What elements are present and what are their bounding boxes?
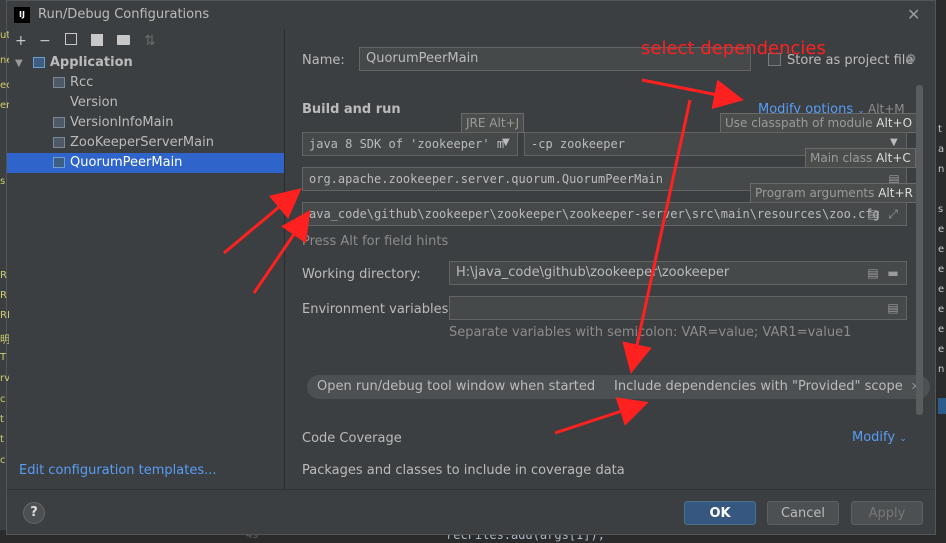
ide-right-text-line: e xyxy=(938,244,945,255)
arrow-to-program-args xyxy=(252,210,311,294)
ide-left-text-line: ne xyxy=(0,55,9,66)
ide-left-text-line: c xyxy=(0,394,6,405)
ide-left-text-line: 明 xyxy=(0,335,9,346)
ide-left-text-line: T xyxy=(0,352,7,363)
arrow-to-provided-chip xyxy=(622,99,692,374)
ide-left-text-line: s xyxy=(0,176,6,187)
ide-right-text-line: e xyxy=(938,264,945,275)
ide-left-text-line: t xyxy=(0,414,4,425)
ide-left-text-line: ut xyxy=(0,30,9,41)
ide-right-text-line: e xyxy=(938,224,945,235)
arrow-to-modify-options xyxy=(641,78,744,110)
ide-left-text-line: er xyxy=(0,100,9,111)
ide-right-text-line: e xyxy=(938,344,945,355)
ide-left-text-line: t xyxy=(0,434,4,445)
ide-left-text-line: RI xyxy=(0,310,9,321)
ide-left-text-line: rv xyxy=(0,373,9,384)
ide-right-text-line: a xyxy=(938,144,945,155)
annotation-arrows xyxy=(223,78,744,435)
ide-left-text-line: R xyxy=(0,290,7,301)
ide-left-text-line: ec xyxy=(0,80,9,91)
ide-right-text-line: n xyxy=(938,164,945,175)
ide-left-text-line: R xyxy=(0,270,7,281)
ide-right-text-line: e xyxy=(938,324,945,335)
ide-right-text-line: s xyxy=(938,204,944,215)
ide-right-text-line: e xyxy=(938,284,945,295)
ide-right-text-line: e xyxy=(938,304,945,315)
ide-left-text-line: c xyxy=(0,455,6,466)
ide-right-text-line: n xyxy=(938,364,945,375)
arrow-to-provided-chip-2 xyxy=(554,397,649,435)
ide-right-text-line: t xyxy=(938,124,942,135)
